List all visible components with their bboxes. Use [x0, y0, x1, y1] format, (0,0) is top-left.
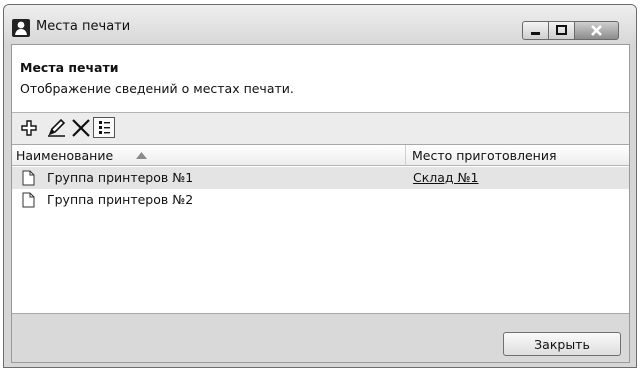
view-mode-icon	[99, 121, 110, 134]
column-header-name[interactable]: Наименование	[12, 145, 406, 166]
column-header-place-label: Место приготовления	[412, 148, 557, 163]
close-button[interactable]: Закрыть	[503, 332, 621, 356]
page-description: Отображение сведений о местах печати.	[20, 81, 294, 96]
content-panel: Места печати Отображение сведений о мест…	[11, 44, 630, 363]
document-icon	[22, 192, 35, 208]
column-header-name-label: Наименование	[16, 148, 114, 163]
sort-ascending-icon	[136, 152, 147, 159]
edit-button[interactable]	[45, 117, 67, 139]
column-header-place[interactable]: Место приготовления	[406, 145, 629, 166]
row-place-link[interactable]: Склад №1	[413, 170, 479, 185]
toolbar	[12, 113, 629, 143]
header-block: Места печати Отображение сведений о мест…	[12, 45, 629, 113]
delete-icon	[72, 119, 90, 137]
footer: Закрыть	[12, 313, 629, 362]
title-bar[interactable]: Места печати	[4, 5, 636, 44]
table-row[interactable]: Группа принтеров №1 Склад №1	[12, 167, 629, 189]
table-row[interactable]: Группа принтеров №2	[12, 189, 629, 211]
row-name: Группа принтеров №1	[47, 170, 194, 185]
close-icon	[591, 25, 602, 36]
minimize-icon	[531, 32, 540, 35]
close-window-button[interactable]	[574, 21, 619, 40]
window-title: Места печати	[36, 19, 131, 34]
page-title: Места печати	[20, 60, 119, 75]
print-places-grid: Наименование Место приготовления Группа …	[12, 144, 629, 313]
user-icon	[12, 19, 30, 37]
edit-icon	[48, 118, 66, 137]
document-icon	[22, 170, 35, 186]
add-button[interactable]	[18, 117, 40, 139]
delete-button[interactable]	[70, 117, 92, 139]
maximize-button[interactable]	[548, 21, 575, 40]
maximize-icon	[556, 25, 567, 35]
view-mode-button[interactable]	[93, 117, 115, 138]
minimize-button[interactable]	[522, 21, 549, 40]
print-places-window: Места печати Места печати Отображение св…	[3, 4, 637, 368]
row-name: Группа принтеров №2	[47, 192, 194, 207]
add-icon	[21, 120, 37, 136]
